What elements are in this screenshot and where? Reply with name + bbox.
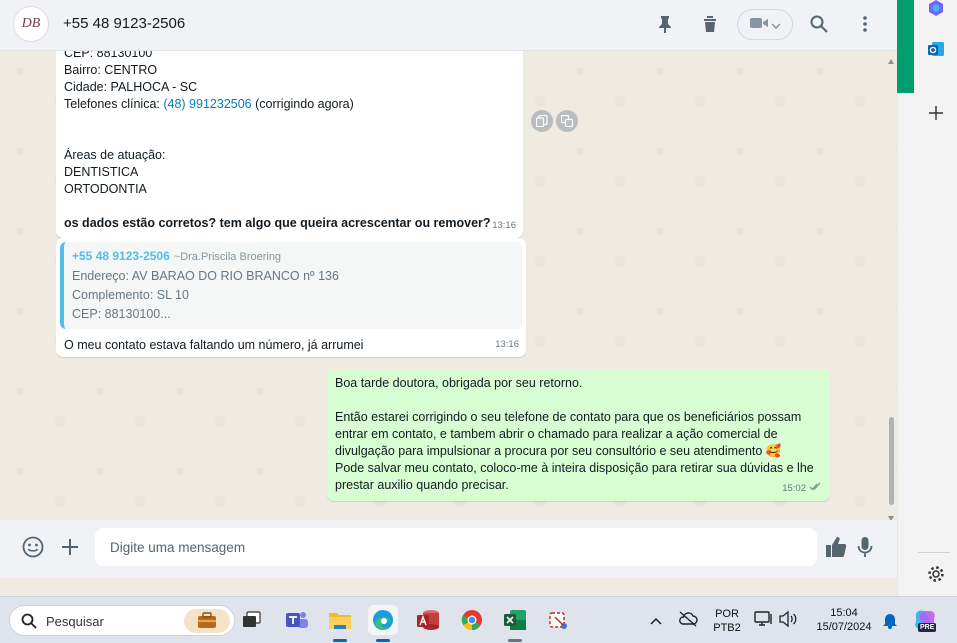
search-icon[interactable]: [808, 13, 830, 35]
message-line: Boa tarde doutora, obrigada por seu reto…: [335, 376, 583, 390]
copilot-taskbar-icon[interactable]: PRE: [912, 607, 938, 633]
clock-time: 15:04: [830, 607, 858, 619]
emoji-icon[interactable]: [21, 535, 45, 559]
quote-line: Endereço: AV BARAO DO RIO BRANCO nº 136: [72, 269, 339, 283]
add-plus-icon[interactable]: [925, 102, 947, 124]
excel-icon[interactable]: [500, 605, 530, 635]
message-line: CEP: 88130100: [64, 51, 153, 60]
chat-area: CEP: 88130100 Bairro: CENTRO Cidade: PAL…: [0, 51, 897, 520]
taskbar-search-placeholder: Pesquisar: [46, 614, 104, 629]
settings-gear-icon[interactable]: [925, 563, 947, 585]
clock[interactable]: 15:04 15/07/2024: [808, 606, 880, 634]
message-line: Então estarei corrigindo o seu telefone …: [335, 410, 802, 424]
language-indicator[interactable]: POR PTB2: [711, 607, 743, 635]
contact-avatar[interactable]: DB: [13, 6, 49, 42]
video-camera-icon: [750, 17, 768, 32]
message-outgoing[interactable]: Boa tarde doutora, obrigada por seu reto…: [327, 369, 830, 501]
message-line: Áreas de atuação:: [64, 148, 166, 162]
copilot-icon[interactable]: [925, 0, 947, 19]
chevron-down-icon: [771, 18, 781, 32]
active-indicator: [376, 639, 390, 642]
message-time: 15:02: [782, 483, 806, 494]
network-icon[interactable]: [754, 610, 774, 631]
sidebar-accent-bar: [897, 0, 914, 93]
message-line: os dados estão corretos? tem algo que qu…: [64, 216, 491, 230]
copilot-badge: PRE: [918, 623, 937, 632]
teams-icon[interactable]: [282, 605, 312, 635]
outlook-icon[interactable]: [925, 38, 947, 60]
message-input[interactable]: [95, 528, 817, 566]
message-line: Bairro: CENTRO: [64, 63, 158, 77]
scroll-down-arrow-icon[interactable]: [888, 510, 894, 521]
scrollbar-thumb[interactable]: [889, 417, 894, 505]
phone-note: (corrigindo agora): [251, 97, 354, 111]
chevron-up-icon[interactable]: [650, 614, 662, 628]
copy-icon[interactable]: [531, 110, 553, 132]
avatar-monogram: DB: [21, 16, 41, 31]
quote-line: Complemento: SL 10: [72, 288, 189, 302]
quote-line: CEP: 88130100...: [72, 307, 171, 321]
message-incoming[interactable]: CEP: 88130100 Bairro: CENTRO Cidade: PAL…: [56, 51, 523, 238]
briefcase-icon: [184, 609, 230, 636]
trash-icon[interactable]: [699, 13, 721, 35]
thumbs-up-icon[interactable]: [824, 535, 848, 559]
attach-plus-icon[interactable]: [58, 535, 82, 559]
sidebar-divider: [918, 552, 950, 553]
running-indicator: [508, 639, 522, 642]
message-line: Telefones clínica: (48) 991232506 (corri…: [64, 96, 515, 113]
chat-header: DB +55 48 9123-2506: [0, 0, 897, 51]
message-line: Pode salvar meu contato, coloco-me à int…: [335, 461, 814, 475]
quote-header: +55 48 9123-2506 ~Dra.Priscila Broering: [72, 247, 514, 267]
message-time: 13:16: [495, 339, 519, 350]
message-line: DENTISTICA: [64, 165, 139, 179]
contact-name[interactable]: +55 48 9123-2506: [63, 15, 185, 32]
volume-icon[interactable]: [778, 610, 798, 631]
quote-sender: +55 48 9123-2506: [72, 249, 170, 263]
search-icon: [21, 613, 37, 632]
message-line: divulgação para impulsionar a procura po…: [335, 444, 782, 458]
quote-sender-alias: ~Dra.Priscila Broering: [173, 251, 282, 263]
menu-dots-icon[interactable]: [854, 13, 876, 35]
microphone-icon[interactable]: [853, 535, 877, 559]
language-code: POR: [715, 608, 739, 620]
windows-taskbar: Pesquisar POR PTB2 15:04 15/07/2024 PRE: [0, 596, 957, 643]
quoted-message[interactable]: +55 48 9123-2506 ~Dra.Priscila Broering E…: [60, 242, 522, 329]
message-line: Cidade: PALHOCA - SC: [64, 80, 198, 94]
notification-bell-icon[interactable]: [882, 611, 898, 632]
double-check-icon: [809, 479, 823, 496]
message-line: ORTODONTIA: [64, 182, 147, 196]
phone-label: Telefones clínica:: [64, 97, 164, 111]
file-explorer-icon[interactable]: [325, 605, 355, 635]
message-line: entrar em contato, e tambem abrir o cham…: [335, 427, 778, 441]
active-indicator: [333, 639, 347, 642]
message-time: 13:16: [492, 220, 516, 231]
message-text: O meu contato estava faltando um número,…: [64, 338, 364, 352]
pin-icon[interactable]: [654, 13, 676, 35]
keyboard-layout: PTB2: [713, 622, 741, 634]
video-call-button[interactable]: [737, 9, 793, 40]
scroll-up-arrow-icon[interactable]: [888, 53, 894, 64]
clock-date: 15/07/2024: [816, 621, 872, 633]
chrome-icon[interactable]: [457, 605, 487, 635]
edge-browser-icon[interactable]: [368, 605, 398, 635]
access-icon[interactable]: [413, 605, 443, 635]
message-line: prestar auxilio quando precisar.: [335, 478, 509, 492]
translate-icon[interactable]: [556, 110, 578, 132]
cloud-offline-icon[interactable]: [678, 611, 698, 630]
phone-link[interactable]: (48) 991232506: [163, 97, 251, 111]
message-composer: [0, 520, 897, 578]
taskbar-search[interactable]: Pesquisar: [9, 605, 235, 636]
task-view-icon[interactable]: [237, 605, 267, 635]
message-incoming-reply[interactable]: +55 48 9123-2506 ~Dra.Priscila Broering E…: [56, 238, 526, 357]
snipping-tool-icon[interactable]: [544, 605, 574, 635]
